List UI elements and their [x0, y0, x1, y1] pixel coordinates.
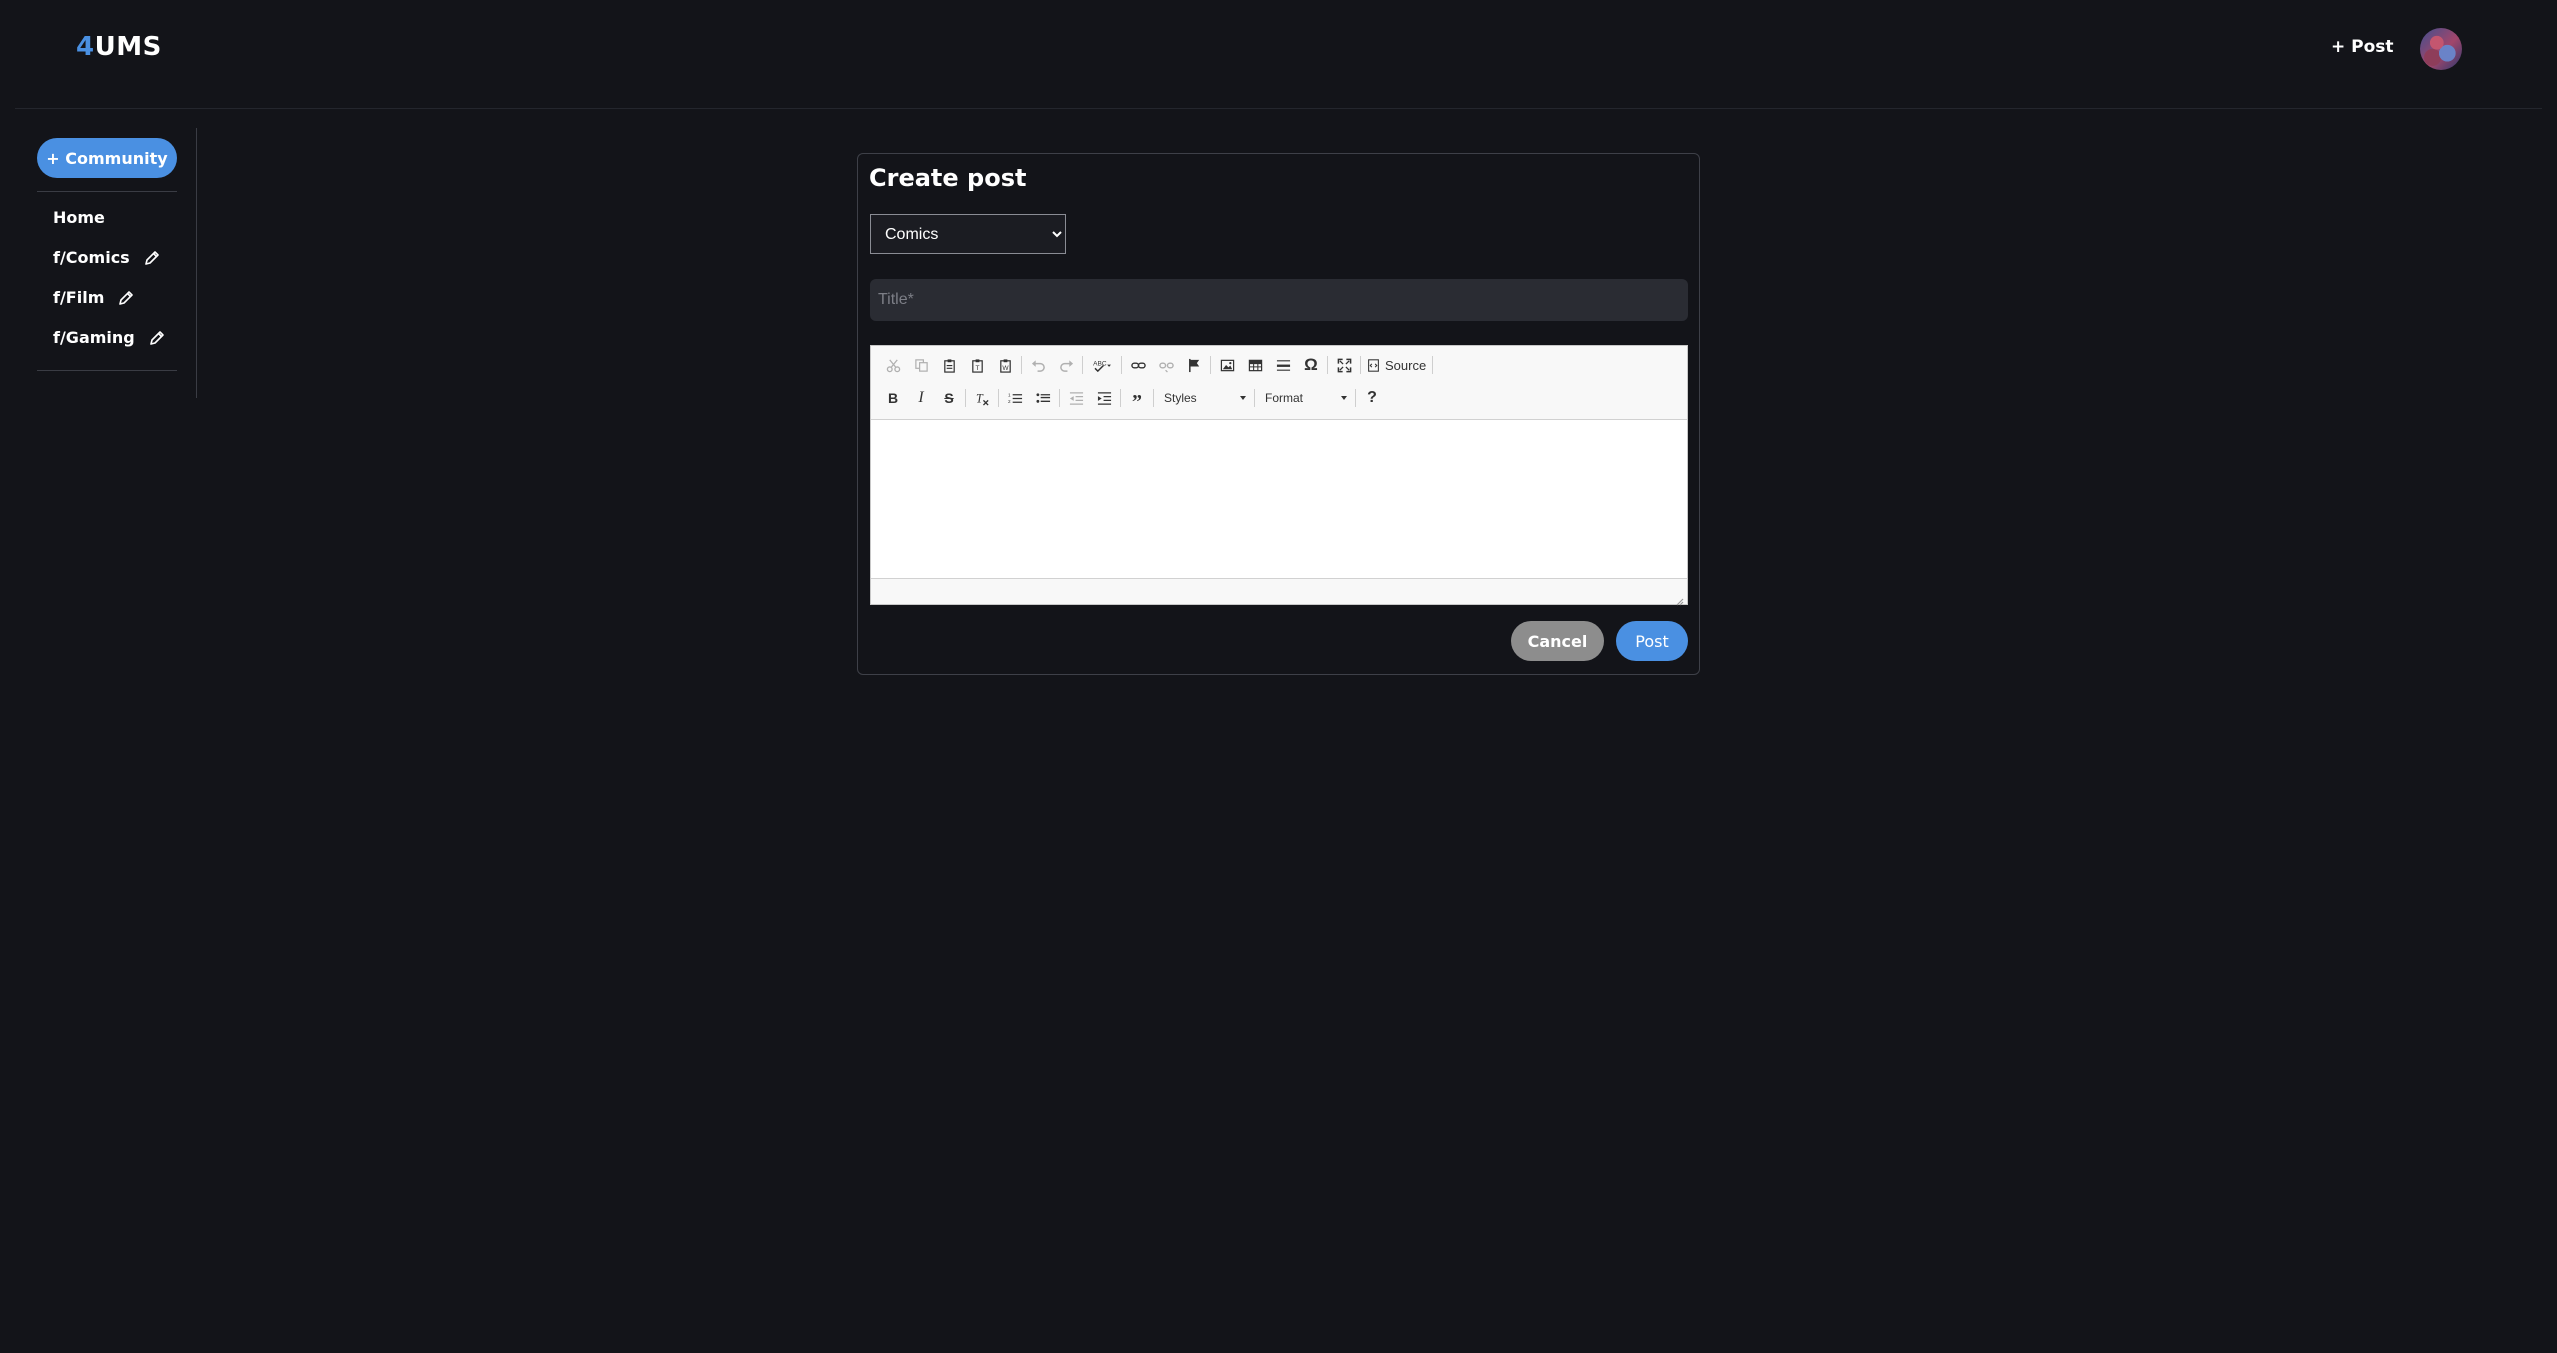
horizontal-line-icon[interactable] — [1269, 352, 1297, 378]
sidebar-item-film[interactable]: f/Film — [53, 288, 134, 307]
toolbar-separator — [1120, 389, 1121, 407]
toolbar-separator — [1059, 389, 1060, 407]
title-input[interactable] — [870, 279, 1688, 321]
help-icon[interactable]: ? — [1358, 385, 1386, 411]
toolbar-separator — [1021, 356, 1022, 374]
create-community-button[interactable]: + Community — [37, 138, 177, 178]
editor-content-area[interactable] — [871, 421, 1687, 578]
unlink-icon[interactable] — [1152, 352, 1180, 378]
chevron-down-icon — [1240, 396, 1246, 400]
special-character-icon[interactable]: Ω — [1297, 352, 1325, 378]
toolbar-separator — [1210, 356, 1211, 374]
svg-text:W: W — [1002, 365, 1009, 372]
header-new-post-button[interactable]: + Post — [2331, 37, 2394, 57]
source-button[interactable]: Source — [1363, 352, 1430, 378]
editor-toolbar: T W ABC Ω Source B I S T 1 2 ” Styles Fo… — [871, 346, 1687, 420]
toolbar-separator — [1360, 356, 1361, 374]
sidebar-item-label: f/Film — [53, 288, 105, 307]
source-icon — [1368, 358, 1379, 372]
copy-icon[interactable] — [907, 352, 935, 378]
paste-icon[interactable] — [935, 352, 963, 378]
top-header: 4UMS + Post — [15, 0, 2542, 109]
sidebar-item-label: Home — [53, 208, 105, 227]
format-label: Format — [1265, 391, 1304, 405]
strikethrough-icon[interactable]: S — [935, 385, 963, 411]
paste-text-icon[interactable]: T — [963, 352, 991, 378]
pencil-icon[interactable] — [144, 250, 160, 266]
sidebar-item-label: f/Gaming — [53, 328, 135, 347]
table-icon[interactable] — [1241, 352, 1269, 378]
sidebar: + Community Home f/Comics f/Film f/Gamin… — [37, 128, 197, 398]
resize-handle-icon[interactable] — [1674, 591, 1684, 606]
bulleted-list-icon[interactable] — [1029, 385, 1057, 411]
page-title: Create post — [869, 164, 1027, 192]
submit-post-button[interactable]: Post — [1616, 621, 1688, 661]
remove-format-icon[interactable]: T — [968, 385, 996, 411]
toolbar-separator — [1082, 356, 1083, 374]
styles-dropdown[interactable]: Styles — [1156, 386, 1252, 410]
logo-text: UMS — [94, 32, 162, 62]
maximize-icon[interactable] — [1330, 352, 1358, 378]
svg-text:ABC: ABC — [1093, 360, 1107, 367]
bold-icon[interactable]: B — [879, 385, 907, 411]
blockquote-icon[interactable]: ” — [1123, 385, 1151, 413]
toolbar-separator — [1355, 389, 1356, 407]
sidebar-item-gaming[interactable]: f/Gaming — [53, 328, 165, 347]
community-select[interactable]: Comics — [870, 214, 1066, 254]
editor-footer — [871, 578, 1687, 606]
chevron-down-icon — [1341, 396, 1347, 400]
toolbar-row: T W ABC Ω Source — [879, 351, 1435, 379]
format-dropdown[interactable]: Format — [1257, 386, 1353, 410]
svg-text:1: 1 — [1008, 392, 1011, 397]
toolbar-separator — [1432, 356, 1434, 374]
cut-icon[interactable] — [879, 352, 907, 378]
paste-word-icon[interactable]: W — [991, 352, 1019, 378]
link-icon[interactable] — [1124, 352, 1152, 378]
styles-label: Styles — [1164, 391, 1197, 405]
logo-accent: 4 — [76, 32, 95, 62]
rich-text-editor: T W ABC Ω Source B I S T 1 2 ” Styles Fo… — [870, 345, 1688, 606]
sidebar-item-comics[interactable]: f/Comics — [53, 248, 160, 267]
cancel-button[interactable]: Cancel — [1511, 621, 1604, 661]
undo-icon[interactable] — [1024, 352, 1052, 378]
toolbar-separator — [965, 389, 966, 407]
toolbar-separator — [1327, 356, 1328, 374]
toolbar-separator — [998, 389, 999, 407]
anchor-flag-icon[interactable] — [1180, 352, 1208, 378]
redo-icon[interactable] — [1052, 352, 1080, 378]
pencil-icon[interactable] — [149, 330, 165, 346]
toolbar-separator — [1153, 389, 1154, 407]
svg-text:2: 2 — [1008, 399, 1011, 404]
toolbar-separator — [1121, 356, 1122, 374]
source-label: Source — [1385, 357, 1427, 373]
site-logo[interactable]: 4UMS — [76, 32, 162, 62]
italic-icon[interactable]: I — [907, 385, 935, 411]
spellcheck-icon[interactable]: ABC — [1085, 352, 1119, 378]
pencil-icon[interactable] — [118, 290, 134, 306]
toolbar-row: B I S T 12 ” Styles Format ? — [879, 384, 1386, 413]
sidebar-divider — [37, 370, 177, 371]
sidebar-divider — [37, 191, 177, 192]
create-post-card: Create post Comics T W — [857, 153, 1700, 675]
svg-text:T: T — [975, 365, 979, 372]
user-avatar[interactable] — [2420, 28, 2462, 70]
svg-text:T: T — [975, 391, 983, 405]
indent-icon[interactable] — [1090, 385, 1118, 411]
image-icon[interactable] — [1213, 352, 1241, 378]
toolbar-separator — [1254, 389, 1255, 407]
sidebar-item-home[interactable]: Home — [53, 208, 105, 227]
outdent-icon[interactable] — [1062, 385, 1090, 411]
sidebar-item-label: f/Comics — [53, 248, 130, 267]
numbered-list-icon[interactable]: 12 — [1001, 385, 1029, 411]
